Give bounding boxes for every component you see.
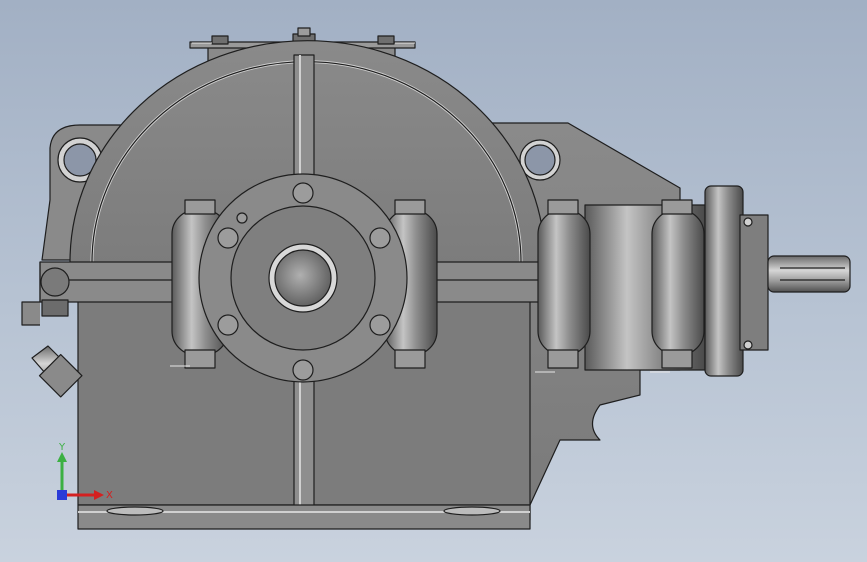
output-end-cap bbox=[704, 185, 769, 377]
output-shaft bbox=[767, 255, 851, 293]
orientation-triad: Y X bbox=[57, 442, 113, 501]
bolt-boss-3 bbox=[537, 199, 591, 369]
z-axis-arrow bbox=[57, 490, 67, 500]
x-axis-label: X bbox=[106, 490, 113, 501]
gear-reducer-model[interactable] bbox=[0, 0, 867, 562]
bolt-boss-4 bbox=[651, 199, 705, 369]
vertical-rib-bottom bbox=[293, 379, 315, 511]
cad-viewport[interactable]: Y X bbox=[0, 0, 867, 562]
bearing-cap-main bbox=[198, 173, 408, 383]
oil-drain-fitting bbox=[31, 345, 83, 398]
y-axis-label: Y bbox=[58, 442, 66, 453]
